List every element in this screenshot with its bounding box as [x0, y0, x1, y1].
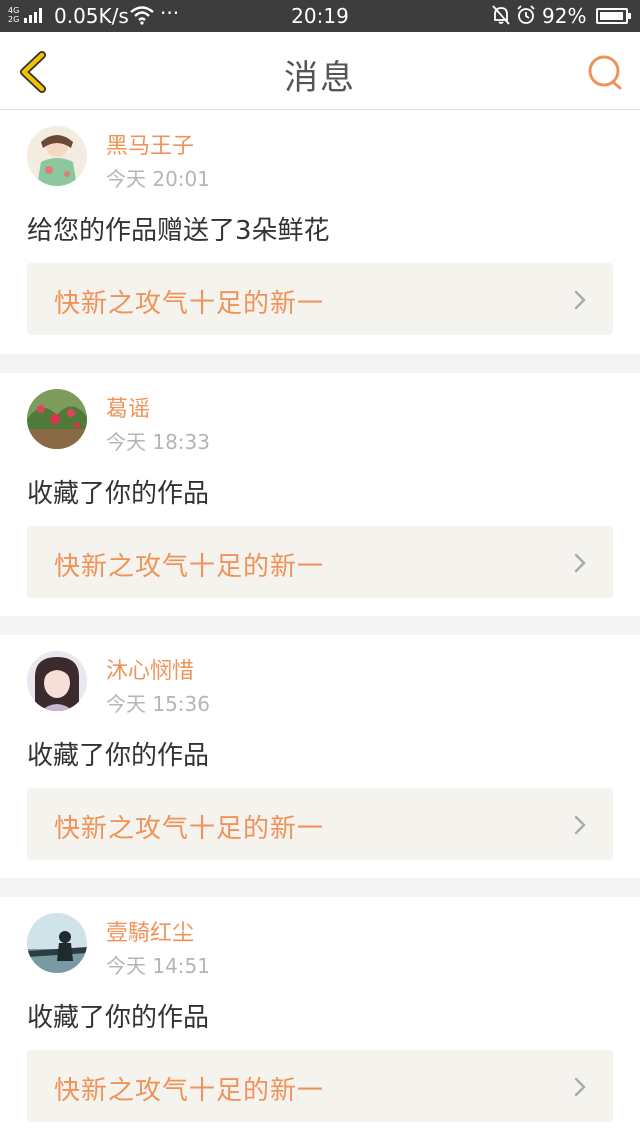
chevron-right-icon	[574, 553, 586, 573]
message-card: 葛谣 今天 18:33 收藏了你的作品 快新之攻气十足的新一	[0, 373, 640, 616]
work-link[interactable]: 快新之攻气十足的新一	[27, 788, 613, 860]
chevron-right-icon	[574, 1077, 586, 1097]
message-time: 今天 20:01	[106, 167, 210, 191]
avatar[interactable]	[27, 126, 87, 186]
avatar[interactable]	[27, 913, 87, 973]
battery-percent: 92%	[542, 4, 587, 28]
search-icon[interactable]	[584, 52, 624, 92]
mute-bell-icon	[492, 5, 510, 25]
chevron-right-icon	[574, 290, 586, 310]
alarm-icon	[517, 5, 535, 24]
message-time: 今天 15:36	[106, 692, 210, 716]
user-name[interactable]: 沐心悯惜	[106, 653, 194, 685]
work-link[interactable]: 快新之攻气十足的新一	[27, 1050, 613, 1122]
user-name[interactable]: 黑马王子	[106, 128, 194, 160]
message-time: 今天 18:33	[106, 430, 210, 454]
work-link[interactable]: 快新之攻气十足的新一	[27, 263, 613, 335]
work-title: 快新之攻气十足的新一	[54, 814, 325, 844]
message-text: 收藏了你的作品	[27, 741, 210, 771]
message-text: 收藏了你的作品	[27, 1003, 210, 1033]
message-time: 今天 14:51	[106, 954, 210, 978]
avatar[interactable]	[27, 651, 87, 711]
user-name[interactable]: 壹騎红尘	[106, 915, 194, 947]
message-text: 收藏了你的作品	[27, 479, 210, 509]
work-title: 快新之攻气十足的新一	[54, 1076, 325, 1106]
status-bar: 4G 2G 0.05K/s ··· 20:19 92%	[0, 0, 640, 32]
work-title: 快新之攻气十足的新一	[54, 289, 325, 319]
battery-icon	[596, 8, 631, 24]
message-card: 壹騎红尘 今天 14:51 收藏了你的作品 快新之攻气十足的新一	[0, 897, 640, 1138]
work-link[interactable]: 快新之攻气十足的新一	[27, 526, 613, 598]
message-card: 沐心悯惜 今天 15:36 收藏了你的作品 快新之攻气十足的新一	[0, 635, 640, 878]
avatar[interactable]	[27, 389, 87, 449]
work-title: 快新之攻气十足的新一	[54, 552, 325, 582]
message-list: 黑马王子 今天 20:01 给您的作品赠送了3朵鲜花 快新之攻气十足的新一 葛谣…	[0, 110, 640, 1138]
user-name[interactable]: 葛谣	[106, 391, 150, 423]
message-text: 给您的作品赠送了3朵鲜花	[27, 216, 330, 246]
page-title: 消息	[284, 58, 356, 98]
message-card: 黑马王子 今天 20:01 给您的作品赠送了3朵鲜花 快新之攻气十足的新一	[0, 110, 640, 354]
message-screen: 4G 2G 0.05K/s ··· 20:19 92% 消息 黑马王子 今天 2…	[0, 0, 640, 1138]
chevron-right-icon	[574, 815, 586, 835]
nav-header: 消息	[0, 32, 640, 110]
